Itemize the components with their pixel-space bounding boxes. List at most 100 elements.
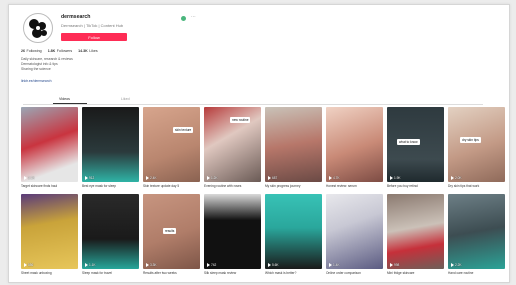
view-count-value: 3.1K [28,175,35,180]
video-description[interactable]: Online order comparison [326,271,383,275]
play-icon [146,263,149,267]
play-icon [451,263,454,267]
play-icon [451,176,454,180]
view-count-value: 1.4K [333,262,340,267]
view-count-value: 2.2K [455,262,462,267]
video-description[interactable]: Evening routine with roses [204,184,261,188]
video-description[interactable]: Before you buy retinol [387,184,444,188]
play-icon [329,176,332,180]
video-thumbnail[interactable]: skin texture 2.4K [143,107,200,182]
video-thumbnail[interactable]: 912 [82,107,139,182]
video-thumbnail[interactable]: dry skin tips 2.0K [448,107,505,182]
video-description[interactable]: Sleep mask for travel [82,271,139,275]
video-description[interactable]: Which mask is better? [265,271,322,275]
view-count: 1.1K [85,263,96,267]
video-card[interactable]: 856 Sheet mask unboxing [21,194,78,278]
view-count: 3.3K [146,263,157,267]
video-card[interactable]: 3.1K Target skincare finds haul [21,107,78,191]
video-description[interactable]: Target skincare finds haul [21,184,78,188]
video-caption-overlay: what to know [397,139,420,145]
stat-label: Likes [89,49,98,53]
video-description[interactable]: Honest review: serum [326,184,383,188]
video-caption-overlay: dry skin tips [460,137,481,143]
tab-videos[interactable]: Videos [59,97,70,101]
avatar[interactable] [23,13,53,43]
video-thumbnail[interactable]: new routine 1.2K [204,107,261,182]
view-count: 1.9K [390,176,401,180]
stat-value: 26 [21,49,25,53]
video-card[interactable]: what to know 1.9K Before you buy retinol [387,107,444,191]
stat-following[interactable]: 26 Following [21,49,42,53]
profile-tabs: Videos Liked [23,97,483,105]
play-icon [329,263,332,267]
video-description[interactable]: Skin texture update day 5 [143,184,200,188]
video-thumbnail[interactable]: 3.1K [21,107,78,182]
view-count: 3.1K [24,176,35,180]
video-description[interactable]: Hand care routine [448,271,505,275]
view-count: 4.7K [329,176,340,180]
profile-nickname: Dermsearch | TikTok | Content Hub [61,23,124,28]
view-count: 2.0K [451,176,462,180]
video-thumbnail[interactable]: 4.7K [326,107,383,182]
video-card[interactable]: 5.6K Which mask is better? [265,194,322,278]
video-description[interactable]: Results after two weeks [143,271,200,275]
view-count-value: 1.1K [89,262,96,267]
video-thumbnail[interactable]: 998 [387,194,444,269]
video-card[interactable]: 1.4K Online order comparison [326,194,383,278]
video-card[interactable]: results 3.3K Results after two weeks [143,194,200,278]
stat-followers[interactable]: 1.8K Followers [48,49,72,53]
video-thumbnail[interactable]: 742 [204,194,261,269]
video-description[interactable]: Best eye mask for sleep [82,184,139,188]
video-card[interactable]: 912 Best eye mask for sleep [82,107,139,191]
view-count-value: 4.7K [333,175,340,180]
video-description[interactable]: Sheet mask unboxing [21,271,78,275]
view-count-value: 1.2K [211,175,218,180]
video-description[interactable]: Silk sleep mask review [204,271,261,275]
video-card[interactable]: 1.1K Sleep mask for travel [82,194,139,278]
status-dot-icon [181,16,186,21]
play-icon [24,176,27,180]
profile-bio: Daily skincare, research & reviews Derma… [21,57,73,72]
video-thumbnail[interactable]: 856 [21,194,78,269]
view-count-value: 1.9K [394,175,401,180]
view-count-value: 2.4K [150,175,157,180]
view-count: 1.2K [207,176,218,180]
play-icon [390,176,393,180]
view-count: 687 [268,176,277,180]
video-description[interactable]: Mini fridge skincare [387,271,444,275]
more-options-icon[interactable]: ⋯ [191,14,196,21]
view-count-value: 3.3K [150,262,157,267]
play-icon [207,176,210,180]
video-card[interactable]: 4.7K Honest review: serum [326,107,383,191]
video-thumbnail[interactable]: results 3.3K [143,194,200,269]
follow-button[interactable]: Follow [61,33,127,41]
video-card[interactable]: 998 Mini fridge skincare [387,194,444,278]
profile-username: dermsearch [61,14,91,20]
video-thumbnail[interactable]: 5.6K [265,194,322,269]
video-thumbnail[interactable]: what to know 1.9K [387,107,444,182]
video-caption-overlay: new routine [230,117,251,123]
video-card[interactable]: dry skin tips 2.0K Dry skin tips that work [448,107,505,191]
stat-value: 1.8K [47,49,56,53]
view-count-value: 687 [272,175,278,180]
view-count: 856 [24,263,33,267]
video-thumbnail[interactable]: 1.1K [82,194,139,269]
play-icon [146,176,149,180]
profile-link[interactable]: linktr.ee/dermsearch [21,79,52,83]
video-thumbnail[interactable]: 1.4K [326,194,383,269]
stat-label: Followers [56,49,73,53]
video-description[interactable]: My skin progress journey [265,184,322,188]
video-card[interactable]: 2.2K Hand care routine [448,194,505,278]
view-count: 998 [390,263,399,267]
play-icon [85,176,88,180]
video-thumbnail[interactable]: 687 [265,107,322,182]
video-card[interactable]: 742 Silk sleep mask review [204,194,261,278]
video-card[interactable]: 687 My skin progress journey [265,107,322,191]
video-card[interactable]: skin texture 2.4K Skin texture update day … [143,107,200,191]
view-count: 2.4K [146,176,157,180]
tab-liked[interactable]: Liked [121,97,130,101]
view-count: 2.2K [451,263,462,267]
video-card[interactable]: new routine 1.2K Evening routine with rose… [204,107,261,191]
video-thumbnail[interactable]: 2.2K [448,194,505,269]
video-description[interactable]: Dry skin tips that work [448,184,505,188]
